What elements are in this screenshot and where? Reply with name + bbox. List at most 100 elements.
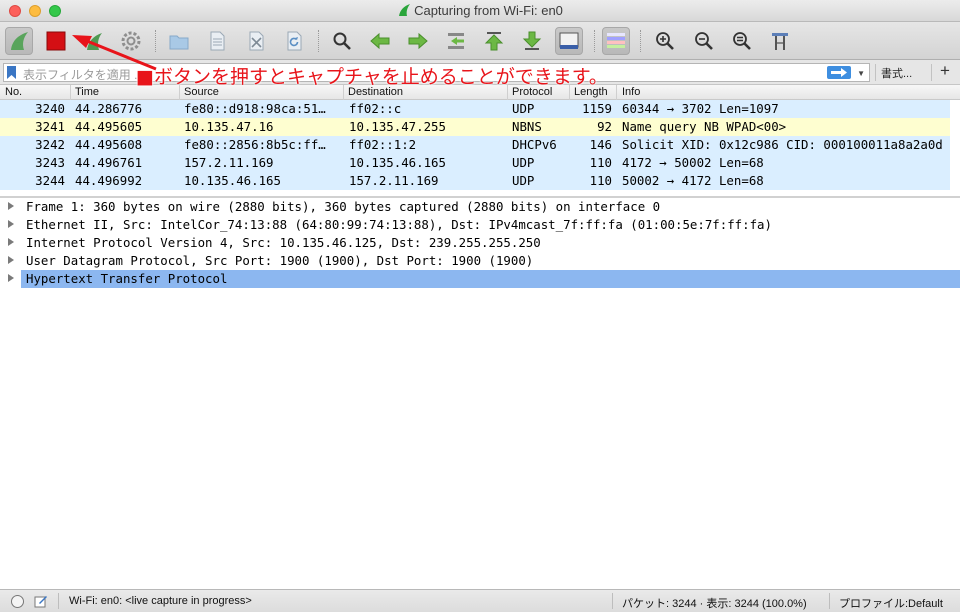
start-capture-button[interactable] [5,27,33,55]
detail-tree-item[interactable]: Internet Protocol Version 4, Src: 10.135… [0,234,960,252]
detail-tree-item[interactable]: Frame 1: 360 bytes on wire (2880 bits), … [0,198,960,216]
column-header-time[interactable]: Time [75,86,99,98]
colorize-button[interactable] [602,27,630,55]
zoom-out-icon [695,32,713,50]
column-header-info[interactable]: Info [622,86,640,98]
expand-triangle-icon[interactable] [8,238,14,246]
zoom-in-icon [656,32,674,50]
status-bar: Wi-Fi: en0: <live capture in progress> パ… [0,589,960,612]
packet-length-cell: 1159 [582,101,612,116]
packet-row[interactable]: 3242 44.495608 fe80::2856:8b5c:ff… ff02::1:… [0,136,950,154]
expand-triangle-icon[interactable] [8,220,14,228]
title-bar: Capturing from Wi-Fi: en0 [0,0,960,22]
packet-destination-cell: 157.2.11.169 [349,173,439,188]
autoscroll-icon [559,32,579,49]
packet-time-cell: 44.496761 [75,155,143,170]
packet-source-cell: fe80::d918:98ca:51… [184,101,326,116]
packet-list[interactable]: No. Time Source Destination Protocol Len… [0,85,960,196]
go-to-packet-icon [448,33,464,49]
expand-triangle-icon[interactable] [8,274,14,282]
colorize-icon [607,33,625,48]
packet-no-cell: 3240 [35,101,65,116]
wireshark-fin-icon [399,4,411,16]
packet-details[interactable]: Frame 1: 360 bytes on wire (2880 bits), … [0,198,960,589]
filter-expression-button[interactable]: 書式... [881,65,912,81]
expand-triangle-icon[interactable] [8,202,14,210]
bookmark-icon[interactable] [6,66,17,79]
stop-icon [46,31,66,51]
packet-no-cell: 3242 [35,137,65,152]
apply-filter-button[interactable] [827,66,851,79]
resize-columns-icon [772,33,788,50]
go-first-button[interactable] [480,27,508,55]
expand-triangle-icon[interactable] [8,256,14,264]
resize-columns-button[interactable] [766,27,794,55]
shark-fin-icon [11,32,28,50]
packet-no-cell: 3244 [35,173,65,188]
packet-length-cell: 110 [589,173,612,188]
arrow-right-icon [408,32,428,50]
edit-comment-icon[interactable] [34,594,48,608]
stop-capture-button[interactable] [42,27,70,55]
packet-time-cell: 44.496992 [75,173,143,188]
packet-time-cell: 44.495605 [75,119,143,134]
packet-protocol-cell: NBNS [512,119,542,134]
packet-row[interactable]: 3241 44.495605 10.135.47.16 10.135.47.255 NB… [0,118,950,136]
close-file-icon [249,31,264,51]
packet-length-cell: 146 [589,137,612,152]
close-file-button[interactable] [242,27,270,55]
packet-destination-cell: 10.135.46.165 [349,155,446,170]
save-file-button[interactable] [203,27,231,55]
packet-protocol-cell: DHCPv6 [512,137,557,152]
folder-icon [169,35,189,50]
capture-options-button[interactable] [117,27,145,55]
restart-capture-button[interactable] [80,27,108,55]
packet-row[interactable]: 3240 44.286776 fe80::d918:98ca:51… ff02::c U… [0,100,950,118]
go-forward-button[interactable] [404,27,432,55]
go-back-button[interactable] [366,27,394,55]
packet-row[interactable]: 3244 44.496992 10.135.46.165 157.2.11.169 UD… [0,172,950,190]
open-file-button[interactable] [165,27,193,55]
packet-info-cell: 60344 → 3702 Len=1097 [622,101,779,116]
restart-fin-icon [87,33,102,50]
annotation-text: ■ボタンを押すとキャプチャを止めることができます。 [136,66,608,88]
packet-no-cell: 3241 [35,119,65,134]
column-header-no[interactable]: No. [5,86,22,98]
packet-destination-cell: 10.135.47.255 [349,119,446,134]
status-packet-count: パケット: 3244 · 表示: 3244 (100.0%) [622,598,807,610]
expert-info-icon[interactable] [11,595,24,608]
packet-time-cell: 44.495608 [75,137,143,152]
gear-icon [121,31,141,51]
packet-no-cell: 3243 [35,155,65,170]
packet-protocol-cell: UDP [512,101,535,116]
arrow-up-icon [484,32,504,51]
detail-tree-label: Hypertext Transfer Protocol [26,271,228,286]
packet-source-cell: 157.2.11.169 [184,155,274,170]
packet-protocol-cell: UDP [512,173,535,188]
packet-source-cell: 10.135.47.16 [184,119,274,134]
packet-source-cell: fe80::2856:8b5c:ff… [184,137,326,152]
packet-time-cell: 44.286776 [75,101,143,116]
zoom-in-button[interactable] [651,27,679,55]
status-interface: Wi-Fi: en0: <live capture in progress> [69,595,252,607]
chevron-down-icon[interactable]: ▼ [857,69,865,78]
detail-tree-label: Frame 1: 360 bytes on wire (2880 bits), … [26,199,661,214]
packet-row[interactable]: 3243 44.496761 157.2.11.169 10.135.46.165 UD… [0,154,950,172]
go-last-button[interactable] [518,27,546,55]
status-profile[interactable]: プロファイル:Default [839,595,943,611]
detail-tree-item[interactable]: Ethernet II, Src: IntelCor_74:13:88 (64:… [0,216,960,234]
packet-info-cell: 4172 → 50002 Len=68 [622,155,764,170]
packet-protocol-cell: UDP [512,155,535,170]
detail-tree-item[interactable]: Hypertext Transfer Protocol [0,270,960,288]
zoom-out-button[interactable] [690,27,718,55]
reload-file-button[interactable] [280,27,308,55]
detail-tree-item[interactable]: User Datagram Protocol, Src Port: 1900 (… [0,252,960,270]
zoom-normal-button[interactable] [728,27,756,55]
packet-info-cell: Solicit XID: 0x12c986 CID: 000100011a8a2… [622,137,943,152]
arrow-down-icon [522,31,542,50]
find-packet-button[interactable] [328,27,356,55]
autoscroll-button[interactable] [555,27,583,55]
go-to-packet-button[interactable] [442,27,470,55]
add-filter-button[interactable]: + [940,61,950,81]
arrow-right-icon [831,68,847,77]
